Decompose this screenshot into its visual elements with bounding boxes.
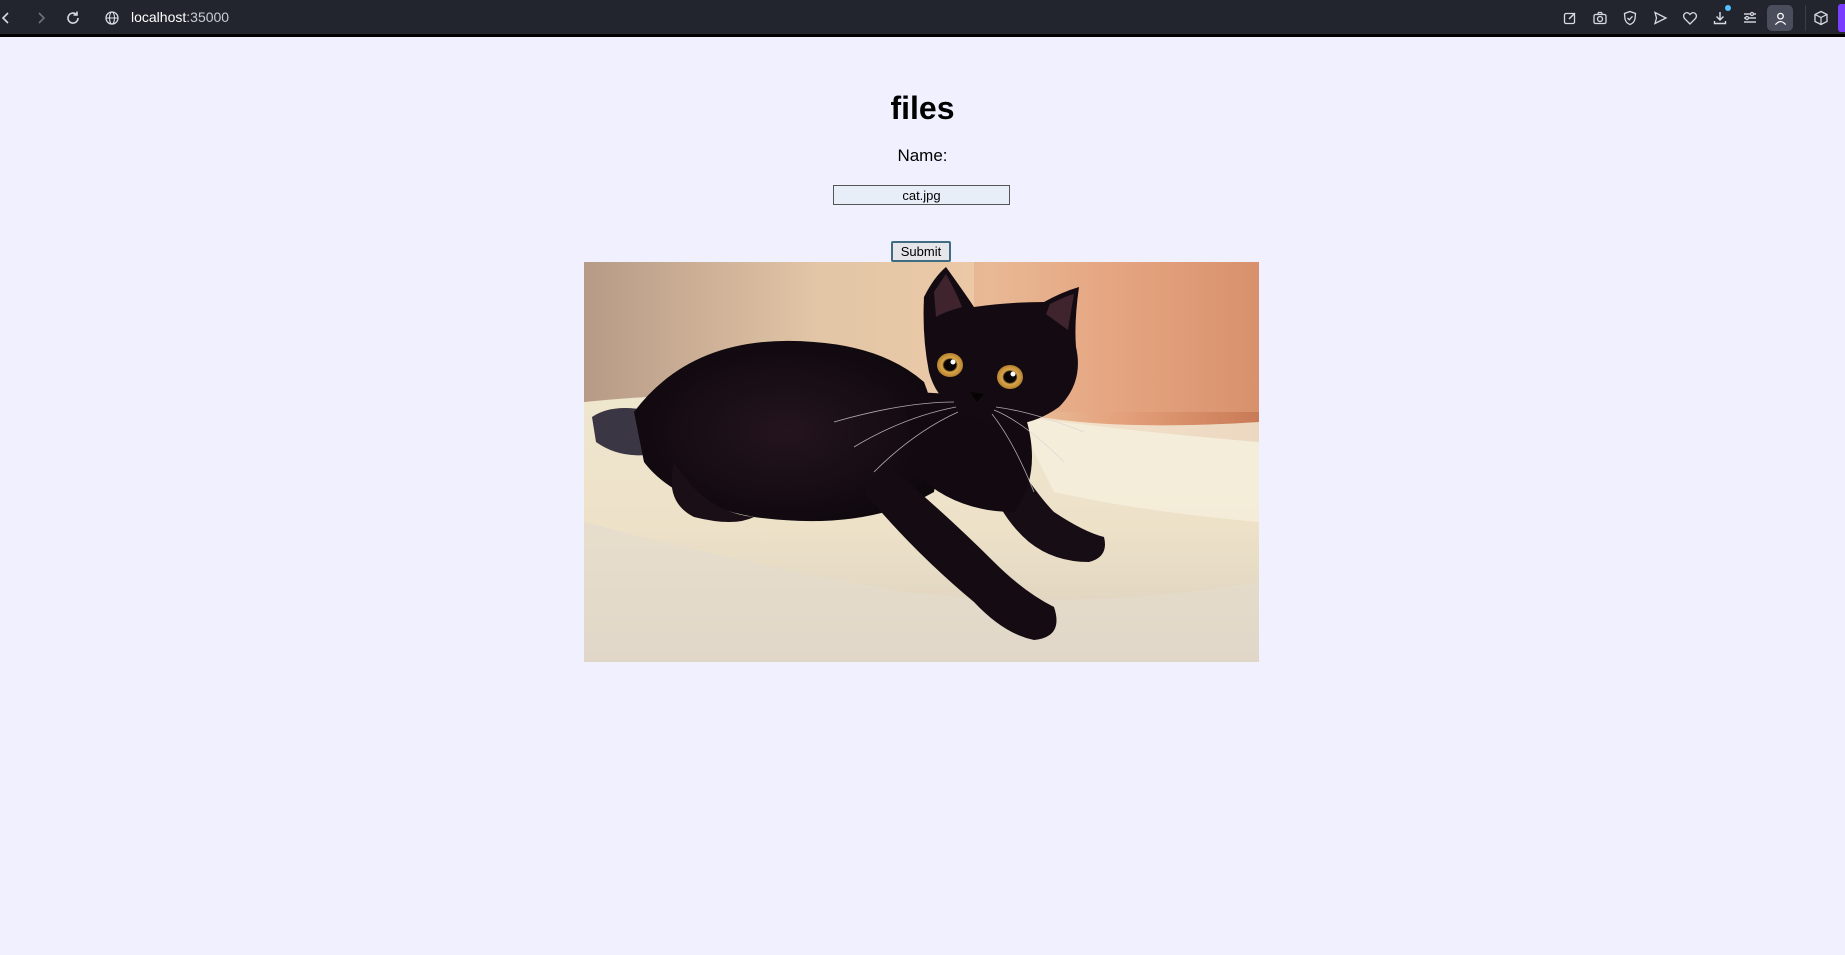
url-host: localhost [131,9,187,25]
back-icon[interactable] [0,7,17,29]
forward-icon[interactable] [30,7,52,29]
send-icon[interactable] [1649,7,1671,29]
shield-icon[interactable] [1619,7,1641,29]
name-input[interactable] [833,185,1010,205]
account-icon[interactable] [1767,5,1793,31]
name-label: Name: [897,146,948,165]
sidebar-edge-tab[interactable] [1838,4,1845,32]
camera-icon[interactable] [1589,7,1611,29]
download-badge [1725,5,1731,11]
page-title: files [890,90,955,126]
edit-icon[interactable] [1559,7,1581,29]
address-bar[interactable]: localhost:35000 [131,9,229,25]
toolbar-divider [1805,5,1806,31]
submit-button[interactable]: Submit [891,241,951,262]
reload-icon[interactable] [62,7,84,29]
extensions-icon[interactable] [1810,7,1832,29]
browser-toolbar: localhost:35000 [0,0,1845,37]
menu-icon[interactable] [1739,7,1761,29]
heart-icon[interactable] [1679,7,1701,29]
site-info-icon[interactable] [101,7,123,29]
cat-image [584,262,1259,662]
url-port: :35000 [186,9,230,25]
